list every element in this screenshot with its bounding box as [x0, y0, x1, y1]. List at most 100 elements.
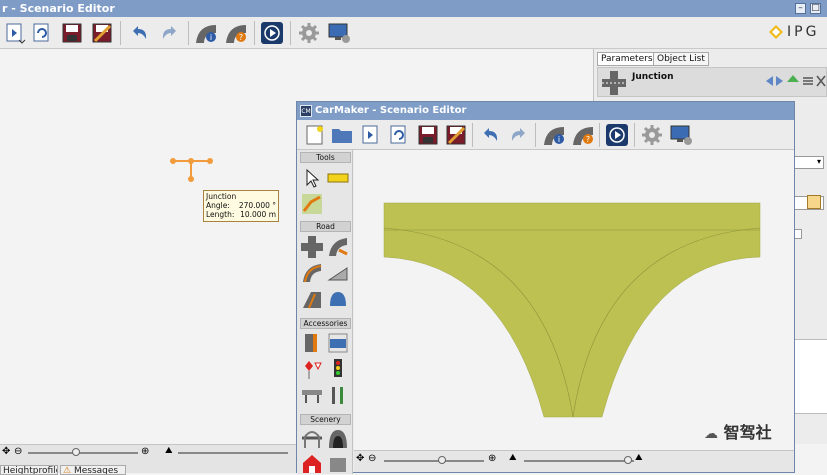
monitor-settings-icon[interactable] — [327, 21, 351, 45]
svg-text:?: ? — [239, 33, 243, 42]
gear-icon[interactable] — [640, 123, 664, 147]
height-slider-knob[interactable] — [624, 456, 632, 464]
junction-icon[interactable] — [301, 236, 323, 258]
mountain-icon[interactable]: ⛰ — [635, 453, 643, 463]
front-window-titlebar: CarMaker - Scenario Editor — [297, 102, 794, 120]
brand-text: IPG — [787, 24, 820, 40]
curve-icon[interactable] — [301, 262, 323, 284]
road-check-icon[interactable]: ? — [571, 123, 595, 147]
tooltip-angle-row: Angle: 270.000 ° — [206, 201, 276, 210]
road-info-icon[interactable]: i — [194, 21, 218, 45]
traffic-light-icon[interactable] — [327, 358, 349, 380]
tab-object-list[interactable]: Object List — [653, 52, 709, 66]
poles-icon[interactable] — [327, 384, 349, 406]
svg-text:?: ? — [586, 135, 590, 144]
tab-parameters[interactable]: Parameters — [597, 52, 657, 66]
height-slider-track[interactable] — [178, 452, 288, 454]
param-checkbox[interactable] — [794, 229, 802, 239]
zoom-in-icon[interactable]: ⊕ — [141, 446, 149, 457]
height-icon[interactable]: ⛰ — [509, 453, 517, 463]
front-bottom-bar: ✥ ⊖ ⊕ ⛰ ⛰ — [354, 450, 794, 472]
junction-marker[interactable] — [167, 155, 217, 185]
ramp-icon[interactable] — [327, 262, 349, 284]
group-scenery: Scenery — [300, 414, 351, 425]
svg-text:i: i — [558, 135, 560, 144]
lane-icon[interactable] — [301, 288, 323, 310]
guardrail-icon[interactable] — [301, 384, 323, 406]
zoom-slider-track[interactable] — [28, 452, 138, 454]
road-info-icon[interactable]: i — [542, 123, 566, 147]
tab-messages[interactable]: ⚠ Messages — [60, 465, 126, 475]
pan-icon[interactable]: ✥ — [356, 453, 364, 464]
tooltip-angle-label: Angle: — [206, 201, 230, 210]
save-icon[interactable] — [60, 21, 84, 45]
carmaker-app-icon: CM — [300, 105, 312, 117]
group-accessories: Accessories — [300, 318, 351, 329]
play-icon[interactable] — [260, 21, 284, 45]
param-list[interactable] — [794, 339, 827, 414]
front-toolbar: i ? — [297, 120, 794, 150]
road-surface — [383, 202, 761, 418]
minimize-button[interactable]: – — [795, 3, 806, 14]
zoom-slider-knob[interactable] — [72, 448, 80, 456]
reload-icon[interactable] — [387, 123, 411, 147]
watermark-text: 智驾社 — [723, 423, 772, 442]
height-icon[interactable]: ⛰ — [165, 446, 173, 456]
new-file-icon[interactable] — [303, 123, 327, 147]
pan-icon[interactable]: ✥ — [2, 446, 10, 457]
undo-icon[interactable] — [127, 21, 151, 45]
import-icon[interactable] — [359, 123, 383, 147]
gear-icon[interactable] — [297, 21, 321, 45]
scenery-object-icon[interactable] — [327, 453, 349, 475]
zoom-in-icon[interactable]: ⊕ — [488, 453, 496, 464]
junction-icon — [602, 71, 626, 95]
reload-icon[interactable] — [30, 21, 54, 45]
zoom-out-icon[interactable]: ⊖ — [14, 446, 22, 457]
maximize-button[interactable]: □ — [810, 3, 821, 14]
road-check-icon[interactable]: ? — [224, 21, 248, 45]
tab-heightprofile[interactable]: Heightprofile — [0, 465, 58, 475]
save-as-icon[interactable] — [90, 21, 114, 45]
tunnel-scenery-icon[interactable] — [327, 428, 349, 450]
ipg-logo-icon — [769, 25, 783, 39]
zoom-slider-knob[interactable] — [438, 456, 446, 464]
map-icon[interactable] — [301, 193, 323, 215]
save-icon[interactable] — [416, 123, 440, 147]
redo-icon[interactable] — [158, 21, 182, 45]
folder-icon[interactable] — [807, 195, 821, 209]
toolbar-separator — [535, 123, 536, 147]
ruler-icon[interactable] — [327, 167, 349, 189]
param-dropdown[interactable]: ▾ — [794, 156, 824, 169]
stop-sign-icon[interactable] — [301, 358, 323, 380]
open-folder-icon[interactable] — [330, 123, 354, 147]
vehicle-icon[interactable] — [327, 332, 349, 354]
select-pointer-icon[interactable] — [301, 167, 323, 189]
import-icon[interactable] — [3, 21, 27, 45]
zoom-slider-track[interactable] — [384, 460, 484, 462]
tooltip-length-label: Length: — [206, 210, 235, 219]
road-junction-shape[interactable] — [354, 150, 794, 450]
tooltip-title: Junction — [206, 192, 237, 201]
navigation-arrows-icon[interactable] — [766, 75, 826, 87]
toolbar-separator — [254, 21, 255, 45]
toolbar-separator — [120, 21, 121, 45]
roadside-icon[interactable] — [301, 332, 323, 354]
road-segment-icon[interactable] — [327, 236, 349, 258]
group-tools: Tools — [300, 152, 351, 163]
building-icon[interactable] — [301, 453, 323, 475]
tooltip-angle-value: 270.000 ° — [238, 201, 276, 210]
play-icon[interactable] — [605, 123, 629, 147]
front-window: CarMaker - Scenario Editor CM i ? Tools … — [296, 101, 795, 475]
zoom-out-icon[interactable]: ⊖ — [368, 453, 376, 464]
save-as-icon[interactable] — [444, 123, 468, 147]
road-canvas[interactable] — [354, 150, 794, 450]
undo-icon[interactable] — [478, 123, 502, 147]
group-road: Road — [300, 221, 351, 232]
monitor-settings-icon[interactable] — [669, 123, 693, 147]
bridge-icon[interactable] — [301, 428, 323, 450]
toolbar-separator — [599, 123, 600, 147]
back-toolbar: i ? IPG — [0, 17, 827, 49]
redo-icon[interactable] — [507, 123, 531, 147]
tunnel-icon[interactable] — [327, 288, 349, 310]
height-slider-track[interactable] — [524, 460, 634, 462]
